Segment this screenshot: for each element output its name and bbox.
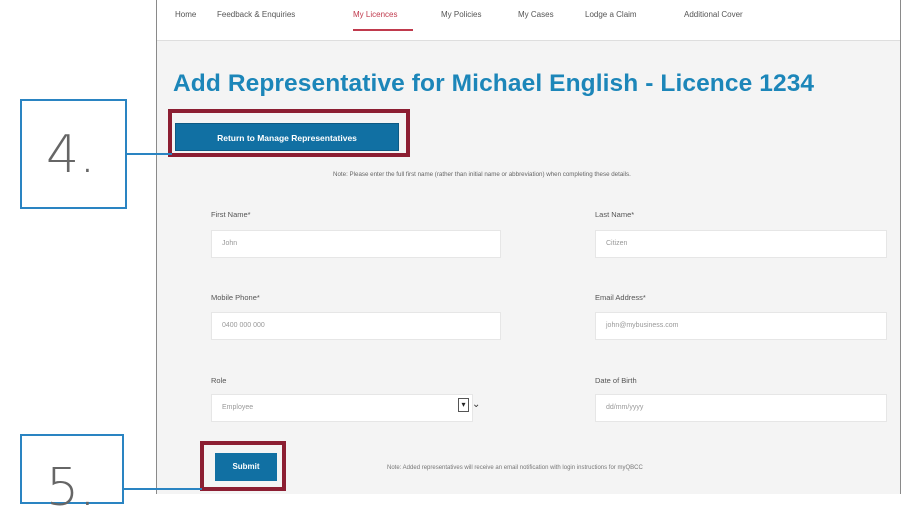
date-of-birth-label: Date of Birth xyxy=(595,376,637,385)
last-name-field[interactable]: Citizen xyxy=(595,230,887,258)
nav-lodge-claim[interactable]: Lodge a Claim xyxy=(585,10,637,19)
submit-button-highlight xyxy=(200,441,286,491)
last-name-label: Last Name* xyxy=(595,210,635,219)
step-4-leader-line xyxy=(127,153,172,155)
form-note: Note: Please enter the full first name (… xyxy=(333,171,631,178)
nav-home[interactable]: Home xyxy=(175,10,196,19)
role-select[interactable]: Employee xyxy=(211,394,473,422)
select-arrow-icon[interactable]: ▾ xyxy=(458,398,469,412)
email-address-label: Email Address* xyxy=(595,293,646,302)
step-4-number: 4. xyxy=(46,125,96,185)
top-navigation: Home Feedback & Enquiries My Licences My… xyxy=(157,0,900,41)
page-title: Add Representative for Michael English -… xyxy=(173,70,815,97)
nav-feedback-enquiries[interactable]: Feedback & Enquiries xyxy=(217,10,295,19)
step-5-number: 5. xyxy=(46,458,96,518)
submit-note: Note: Added representatives will receive… xyxy=(387,465,643,471)
role-label: Role xyxy=(211,376,227,385)
mobile-phone-field[interactable]: 0400 000 000 xyxy=(211,312,501,340)
date-of-birth-field[interactable]: dd/mm/yyyy xyxy=(595,394,887,422)
chevron-down-icon[interactable]: ⌄ xyxy=(472,398,480,412)
nav-my-policies[interactable]: My Policies xyxy=(441,10,481,19)
browser-page-frame: Home Feedback & Enquiries My Licences My… xyxy=(156,0,901,494)
active-tab-underline xyxy=(353,29,413,31)
nav-my-cases[interactable]: My Cases xyxy=(518,10,554,19)
first-name-label: First Name* xyxy=(211,210,251,219)
mobile-phone-label: Mobile Phone* xyxy=(211,293,260,302)
first-name-field[interactable]: John xyxy=(211,230,501,258)
nav-additional-cover[interactable]: Additional Cover xyxy=(684,10,743,19)
return-button-highlight xyxy=(168,109,410,157)
step-5-leader-line xyxy=(124,488,202,490)
step-4-callout: 4. xyxy=(20,99,127,209)
email-address-field[interactable]: john@mybusiness.com xyxy=(595,312,887,340)
nav-my-licences[interactable]: My Licences xyxy=(353,10,397,19)
